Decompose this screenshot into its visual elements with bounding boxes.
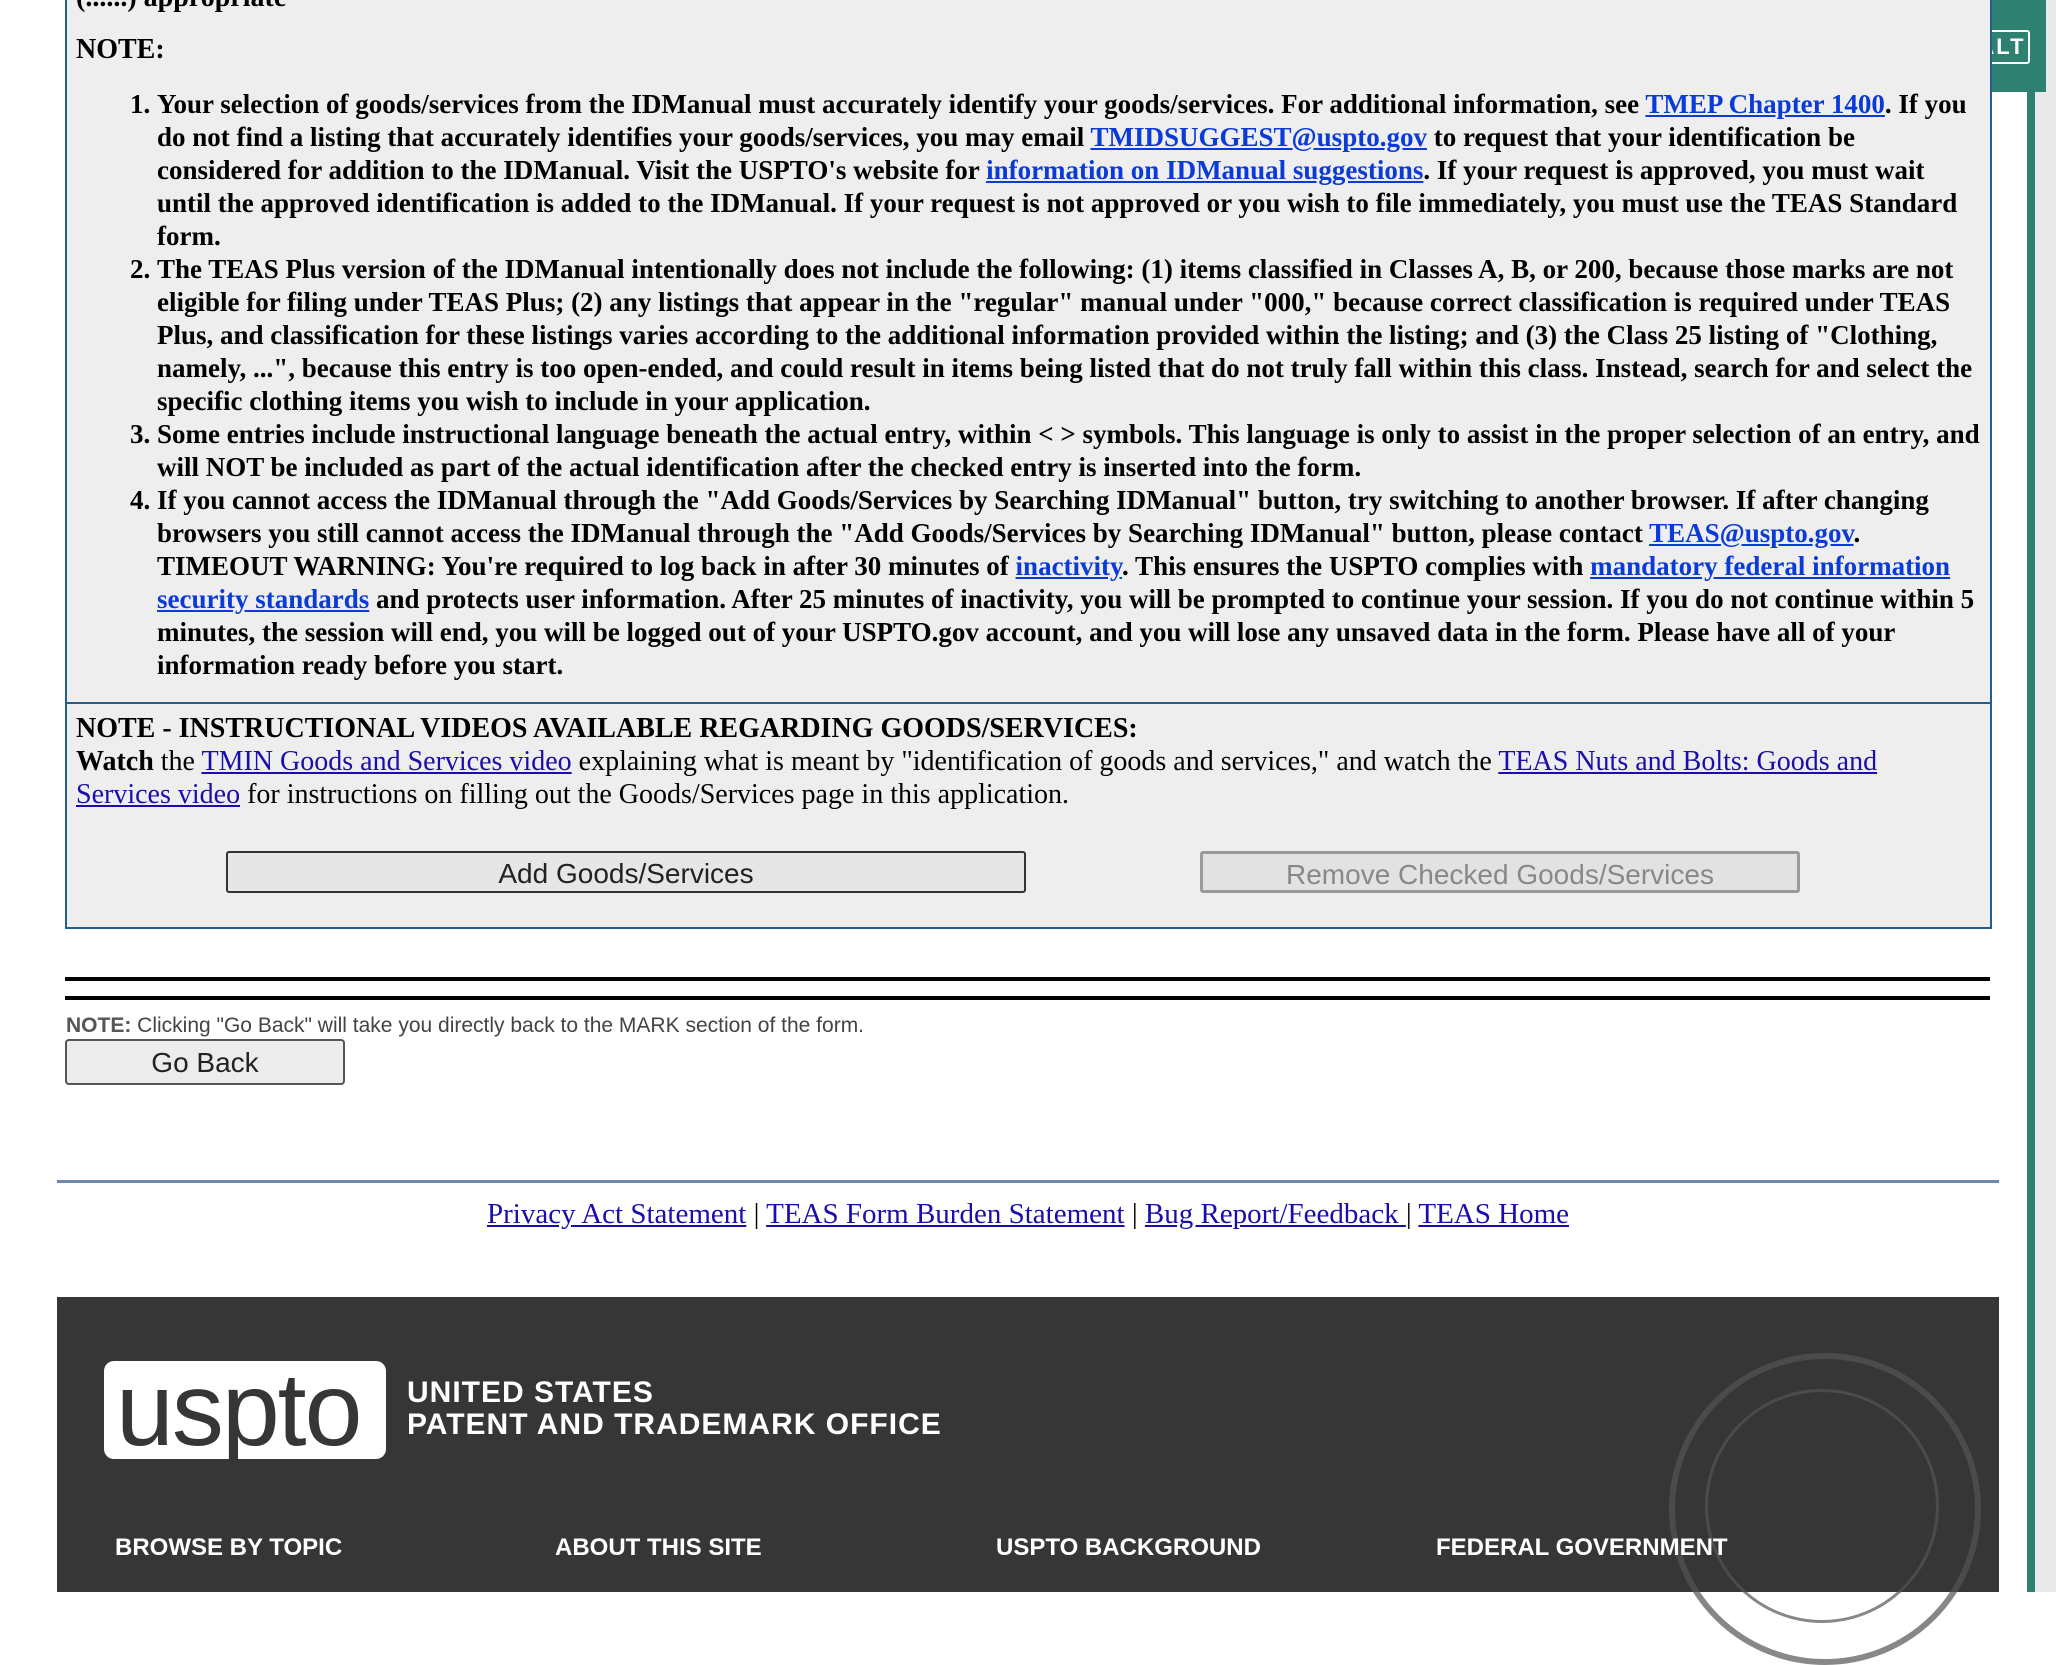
divider	[65, 977, 1990, 981]
footer-divider	[57, 1180, 1999, 1183]
note-item-2: The TEAS Plus version of the IDManual in…	[157, 253, 1982, 418]
videos-heading: NOTE - INSTRUCTIONAL VIDEOS AVAILABLE RE…	[76, 713, 1138, 744]
bug-report-link[interactable]: Bug Report/Feedback	[1145, 1198, 1406, 1230]
footer-col-federal-government: FEDERAL GOVERNMENT	[1436, 1534, 1728, 1561]
note-item-3: Some entries include instructional langu…	[157, 418, 1982, 484]
footer-col-uspto-background: USPTO BACKGROUND	[996, 1534, 1261, 1561]
seal-icon	[1669, 1353, 1981, 1665]
note-item-4: If you cannot access the IDManual throug…	[157, 484, 1982, 682]
footer-links: Privacy Act Statement | TEAS Form Burden…	[486, 1198, 1569, 1230]
site-footer: uspto UNITED STATES PATENT AND TRADEMARK…	[57, 1297, 1999, 1665]
inactivity-link[interactable]: inactivity	[1016, 551, 1123, 581]
privacy-act-link[interactable]: Privacy Act Statement	[487, 1198, 746, 1230]
timeout-warning: TIMEOUT WARNING: You're required to log …	[157, 551, 1975, 680]
tmidsuggest-email-link[interactable]: TMIDSUGGEST@uspto.gov	[1091, 122, 1427, 152]
logo-text: uspto	[116, 1352, 362, 1468]
cut-off-text: (......) appropriate	[76, 0, 286, 14]
note-heading: NOTE:	[76, 34, 165, 65]
goods-services-panel: (......) appropriate NOTE: Your selectio…	[65, 0, 1992, 929]
tmin-video-link[interactable]: TMIN Goods and Services video	[201, 746, 571, 777]
go-back-note: NOTE: Clicking "Go Back" will take you d…	[66, 1014, 865, 1037]
uspto-logo[interactable]: uspto	[104, 1352, 386, 1468]
goods-button-row: Add Goods/Services Remove Checked Goods/…	[76, 851, 1970, 909]
idmanual-suggestions-link[interactable]: information on IDManual suggestions	[986, 155, 1423, 185]
note-item-1: Your selection of goods/services from th…	[157, 88, 1982, 253]
remove-checked-goods-services-button[interactable]: Remove Checked Goods/Services	[1200, 851, 1800, 893]
office-name: UNITED STATES PATENT AND TRADEMARK OFFIC…	[407, 1376, 942, 1441]
notes-list: Your selection of goods/services from th…	[76, 88, 1982, 682]
videos-text: Watch the TMIN Goods and Services video …	[76, 746, 1878, 810]
tmep-chapter-link[interactable]: TMEP Chapter 1400	[1645, 89, 1885, 119]
footer-col-browse-by-topic: BROWSE BY TOPIC	[115, 1534, 343, 1561]
teas-home-link[interactable]: TEAS Home	[1418, 1198, 1569, 1230]
divider	[65, 996, 1990, 1000]
footer-col-about-this-site: ABOUT THIS SITE	[555, 1534, 762, 1561]
accent-bar	[2027, 0, 2035, 1592]
right-scroll-strip	[2027, 0, 2056, 1592]
add-goods-services-button[interactable]: Add Goods/Services	[226, 851, 1026, 893]
videos-section: NOTE - INSTRUCTIONAL VIDEOS AVAILABLE RE…	[67, 702, 1990, 927]
go-back-button[interactable]: Go Back	[65, 1039, 345, 1085]
teas-email-link[interactable]: TEAS@uspto.gov	[1649, 518, 1853, 548]
note-section: (......) appropriate NOTE: Your selectio…	[67, 0, 1990, 702]
burden-statement-link[interactable]: TEAS Form Burden Statement	[766, 1198, 1124, 1230]
